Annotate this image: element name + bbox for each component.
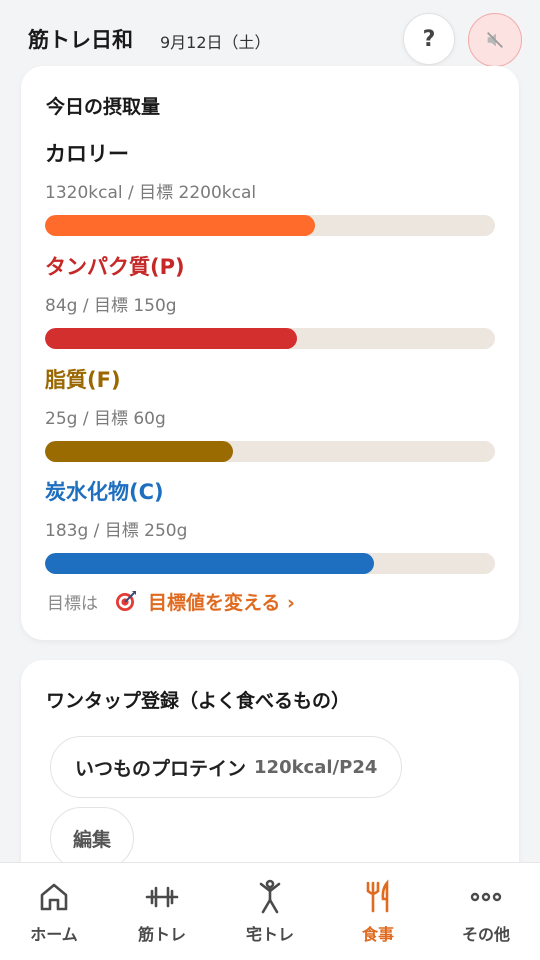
bottom-nav: ホーム 筋トレ 宅トレ 食事 その他 xyxy=(0,862,540,960)
progress-track xyxy=(45,328,495,349)
nutrient-calorie: カロリー 1320kcal / 目標 2200kcal xyxy=(45,138,495,248)
chip-meta: 120kcal/P24 xyxy=(254,756,378,778)
nav-label: 食事 xyxy=(361,925,394,944)
edit-button[interactable]: 編集 xyxy=(50,807,135,869)
nutrient-label: 炭水化物(C) xyxy=(45,480,164,504)
intake-title: 今日の摂取量 xyxy=(46,96,161,118)
app-title: 筋トレ日和 xyxy=(28,28,133,52)
quick-add-chip[interactable]: いつものプロテイン 120kcal/P24 xyxy=(50,736,403,798)
nav-more[interactable]: その他 xyxy=(432,863,540,960)
nav-label: その他 xyxy=(461,925,510,944)
nutrient-label: タンパク質(P) xyxy=(45,255,185,279)
onetap-title: ワンタップ登録（よく食べるもの） xyxy=(46,690,351,712)
nutrient-value: 1320kcal / 目標 2200kcal xyxy=(45,183,257,203)
nutrient-carbs: 炭水化物(C) 183g / 目標 250g xyxy=(45,476,495,586)
app-screen: 筋トレ日和 9月12日（土） ? 今日の摂取量 カロリー 1320kcal / … xyxy=(0,0,540,960)
fork-knife-icon xyxy=(366,879,389,913)
nav-label: 宅トレ xyxy=(245,925,294,944)
nutrient-value: 183g / 目標 250g xyxy=(45,521,188,541)
progress-track xyxy=(45,441,495,462)
nutrient-label: 脂質(F) xyxy=(45,368,121,392)
nav-home-workout[interactable]: 宅トレ xyxy=(216,863,324,960)
speaker-muted-icon xyxy=(487,32,503,48)
nav-label: 筋トレ xyxy=(137,925,186,944)
dumbbell-icon xyxy=(145,886,179,908)
nutrient-value: 84g / 目標 150g xyxy=(45,296,177,316)
progress-track xyxy=(45,553,495,574)
help-button[interactable]: ? xyxy=(403,13,455,65)
nav-meals[interactable]: 食事 xyxy=(324,863,432,960)
nav-workout[interactable]: 筋トレ xyxy=(108,863,216,960)
progress-fill xyxy=(45,328,297,349)
nutrient-label: カロリー xyxy=(45,142,129,166)
nutrient-protein: タンパク質(P) 84g / 目標 150g xyxy=(45,251,495,361)
progress-fill xyxy=(45,215,315,236)
current-date: 9月12日（土） xyxy=(160,33,271,52)
progress-fill xyxy=(45,441,233,462)
edit-label: 編集 xyxy=(73,828,112,851)
person-icon xyxy=(259,879,281,914)
nav-label: ホーム xyxy=(30,925,78,944)
target-icon xyxy=(116,591,136,611)
intake-card: 今日の摂取量 カロリー 1320kcal / 目標 2200kcal タンパク質… xyxy=(21,66,519,640)
more-icon xyxy=(470,892,502,902)
progress-fill xyxy=(45,553,375,574)
home-icon xyxy=(40,883,68,911)
goal-line: 目標は 目標値を変える › xyxy=(47,587,295,615)
header: 筋トレ日和 9月12日（土） ? xyxy=(0,0,540,72)
mute-button[interactable] xyxy=(468,13,522,67)
nutrient-value: 25g / 目標 60g xyxy=(45,409,166,429)
goal-prefix: 目標は xyxy=(47,593,98,614)
change-goal-link[interactable]: 目標値を変える › xyxy=(148,588,295,615)
nav-home[interactable]: ホーム xyxy=(0,863,108,960)
progress-track xyxy=(45,215,495,236)
chip-name: いつものプロテイン xyxy=(75,757,247,780)
nutrient-fat: 脂質(F) 25g / 目標 60g xyxy=(45,364,495,474)
